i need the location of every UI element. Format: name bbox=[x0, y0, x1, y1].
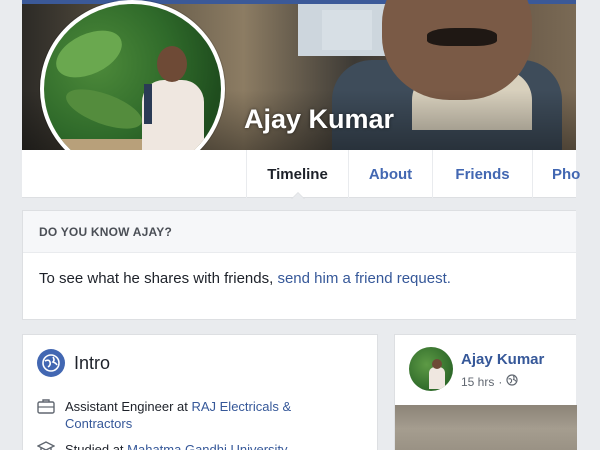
friend-request-link[interactable]: send him a friend request. bbox=[277, 270, 450, 287]
post-card: Ajay Kumar 15 hrs · bbox=[394, 334, 577, 450]
intro-work-row: Assistant Engineer at RAJ Electricals & … bbox=[37, 398, 291, 432]
avatar-foliage bbox=[61, 81, 147, 137]
post-author-avatar[interactable] bbox=[409, 347, 453, 391]
post-timestamp[interactable]: 15 hrs bbox=[461, 375, 494, 389]
tab-photos[interactable]: Pho bbox=[532, 150, 600, 198]
intro-header: Intro bbox=[37, 349, 110, 377]
post-avatar-head bbox=[432, 359, 442, 369]
intro-work-text: Assistant Engineer at RAJ Electricals & … bbox=[65, 398, 291, 432]
avatar-foliage bbox=[48, 21, 130, 87]
globe-icon bbox=[506, 374, 518, 389]
avatar-bag-strap bbox=[144, 84, 152, 124]
do-you-know-box: DO YOU KNOW AJAY? To see what he shares … bbox=[22, 210, 576, 320]
intro-title: Intro bbox=[74, 352, 111, 373]
intro-work-prefix: Assistant Engineer at bbox=[65, 399, 192, 414]
school-link[interactable]: Mahatma Gandhi University bbox=[127, 442, 287, 450]
post-meta-separator: · bbox=[498, 374, 503, 389]
employer-link-continued[interactable]: Contractors bbox=[65, 416, 132, 431]
do-you-know-heading: DO YOU KNOW AJAY? bbox=[23, 211, 576, 253]
post-author-name[interactable]: Ajay Kumar bbox=[461, 351, 544, 368]
briefcase-icon bbox=[37, 398, 57, 432]
cover-person-mustache bbox=[427, 28, 497, 46]
profile-name[interactable]: Ajay Kumar bbox=[244, 104, 394, 135]
post-avatar-body bbox=[429, 367, 445, 389]
post-meta: 15 hrs · bbox=[461, 374, 518, 389]
profile-tab-bar: Timeline About Friends Pho bbox=[22, 150, 580, 199]
employer-link[interactable]: RAJ Electricals & bbox=[191, 399, 291, 414]
post-image[interactable] bbox=[395, 405, 577, 450]
intro-study-row: Studied at Mahatma Gandhi University bbox=[36, 441, 288, 450]
globe-icon bbox=[37, 349, 65, 377]
tab-friends[interactable]: Friends bbox=[432, 150, 532, 198]
do-you-know-body: To see what he shares with friends, send… bbox=[23, 253, 576, 287]
intro-study-prefix: Studied at bbox=[65, 442, 128, 450]
profile-picture-image bbox=[44, 4, 221, 174]
cover-background-sign-detail bbox=[322, 10, 372, 50]
tab-timeline[interactable]: Timeline bbox=[246, 150, 348, 199]
graduation-cap-icon bbox=[36, 441, 57, 450]
tab-about[interactable]: About bbox=[348, 150, 432, 198]
do-you-know-text: To see what he shares with friends, bbox=[39, 270, 278, 287]
profile-page: Ajay Kumar Timeline About Friends Pho DO… bbox=[0, 0, 600, 450]
intro-card: Intro Assistant Engineer at RAJ Electric… bbox=[22, 334, 378, 450]
avatar-person-head bbox=[157, 46, 187, 82]
intro-study-text: Studied at Mahatma Gandhi University bbox=[65, 441, 288, 450]
